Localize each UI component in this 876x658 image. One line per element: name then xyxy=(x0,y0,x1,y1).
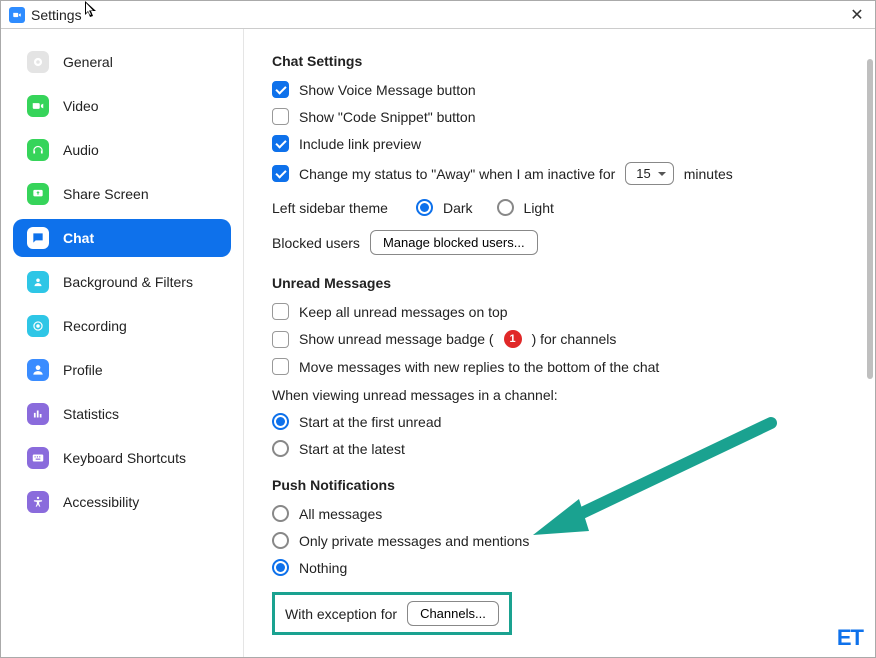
sidebar-item-label: Accessibility xyxy=(63,494,139,510)
exception-label: With exception for xyxy=(285,606,397,622)
watermark: ET xyxy=(837,625,863,651)
keyboard-icon xyxy=(27,447,49,469)
keep-on-top-checkbox[interactable] xyxy=(272,303,289,320)
unread-heading: Unread Messages xyxy=(272,275,847,291)
start-latest-radio[interactable] xyxy=(272,440,289,457)
push-private-radio[interactable] xyxy=(272,532,289,549)
background-icon xyxy=(27,271,49,293)
sidebar-item-label: Statistics xyxy=(63,406,119,422)
voice-message-checkbox[interactable] xyxy=(272,81,289,98)
sidebar-item-recording[interactable]: Recording xyxy=(13,307,231,345)
code-snippet-checkbox[interactable] xyxy=(272,108,289,125)
push-all-radio[interactable] xyxy=(272,505,289,522)
accessibility-icon xyxy=(27,491,49,513)
sidebar-item-label: Recording xyxy=(63,318,127,334)
settings-window: Settings ✕ General Video Audio Share Scr… xyxy=(0,0,876,658)
push-nothing-radio[interactable] xyxy=(272,559,289,576)
sidebar-item-statistics[interactable]: Statistics xyxy=(13,395,231,433)
sidebar-item-video[interactable]: Video xyxy=(13,87,231,125)
away-status-suffix: minutes xyxy=(684,166,733,182)
headphones-icon xyxy=(27,139,49,161)
code-snippet-label: Show "Code Snippet" button xyxy=(299,109,476,125)
sidebar-item-label: Profile xyxy=(63,362,103,378)
chat-settings-heading: Chat Settings xyxy=(272,53,847,69)
move-replies-checkbox[interactable] xyxy=(272,358,289,375)
start-latest-label: Start at the latest xyxy=(299,441,405,457)
push-all-label: All messages xyxy=(299,506,382,522)
theme-light-radio[interactable] xyxy=(497,199,514,216)
video-icon xyxy=(27,95,49,117)
settings-sidebar: General Video Audio Share Screen Chat Ba… xyxy=(1,29,243,657)
sidebar-item-background-filters[interactable]: Background & Filters xyxy=(13,263,231,301)
show-badge-prefix: Show unread message badge ( xyxy=(299,331,494,347)
show-badge-checkbox[interactable] xyxy=(272,331,289,348)
start-first-unread-label: Start at the first unread xyxy=(299,414,441,430)
mouse-cursor xyxy=(85,1,101,21)
sidebar-item-label: General xyxy=(63,54,113,70)
titlebar: Settings ✕ xyxy=(1,1,875,29)
sidebar-item-profile[interactable]: Profile xyxy=(13,351,231,389)
exception-highlight: With exception for Channels... xyxy=(272,592,512,635)
theme-light-label: Light xyxy=(524,200,554,216)
away-minutes-select[interactable]: 15 xyxy=(625,162,673,185)
exception-channels-button[interactable]: Channels... xyxy=(407,601,499,626)
scrollbar-thumb[interactable] xyxy=(867,59,873,379)
sidebar-item-chat[interactable]: Chat xyxy=(13,219,231,257)
sidebar-theme-label: Left sidebar theme xyxy=(272,200,388,216)
voice-message-label: Show Voice Message button xyxy=(299,82,476,98)
gear-icon xyxy=(27,51,49,73)
theme-dark-radio[interactable] xyxy=(416,199,433,216)
sidebar-item-label: Chat xyxy=(63,230,94,246)
sidebar-item-label: Keyboard Shortcuts xyxy=(63,450,186,466)
push-private-label: Only private messages and mentions xyxy=(299,533,529,549)
unread-badge: 1 xyxy=(504,330,522,348)
push-nothing-label: Nothing xyxy=(299,560,347,576)
manage-blocked-users-button[interactable]: Manage blocked users... xyxy=(370,230,538,255)
sidebar-item-share-screen[interactable]: Share Screen xyxy=(13,175,231,213)
sidebar-item-label: Share Screen xyxy=(63,186,149,202)
sidebar-item-label: Background & Filters xyxy=(63,274,193,290)
stats-icon xyxy=(27,403,49,425)
link-preview-label: Include link preview xyxy=(299,136,421,152)
link-preview-checkbox[interactable] xyxy=(272,135,289,152)
move-replies-label: Move messages with new replies to the bo… xyxy=(299,359,659,375)
settings-content: Chat Settings Show Voice Message button … xyxy=(243,29,875,657)
sidebar-item-label: Video xyxy=(63,98,99,114)
close-button[interactable]: ✕ xyxy=(847,5,867,25)
sidebar-item-accessibility[interactable]: Accessibility xyxy=(13,483,231,521)
window-title: Settings xyxy=(31,7,82,23)
start-first-unread-radio[interactable] xyxy=(272,413,289,430)
viewing-unread-label: When viewing unread messages in a channe… xyxy=(272,387,558,403)
theme-dark-label: Dark xyxy=(443,200,473,216)
chat-icon xyxy=(27,227,49,249)
away-minutes-value: 15 xyxy=(636,166,650,181)
sidebar-item-general[interactable]: General xyxy=(13,43,231,81)
record-icon xyxy=(27,315,49,337)
away-status-checkbox[interactable] xyxy=(272,165,289,182)
profile-icon xyxy=(27,359,49,381)
sidebar-item-audio[interactable]: Audio xyxy=(13,131,231,169)
away-status-prefix: Change my status to "Away" when I am ina… xyxy=(299,166,615,182)
show-badge-suffix: ) for channels xyxy=(532,331,617,347)
blocked-users-label: Blocked users xyxy=(272,235,360,251)
sidebar-item-label: Audio xyxy=(63,142,99,158)
sidebar-item-keyboard-shortcuts[interactable]: Keyboard Shortcuts xyxy=(13,439,231,477)
keep-on-top-label: Keep all unread messages on top xyxy=(299,304,508,320)
share-screen-icon xyxy=(27,183,49,205)
zoom-app-icon xyxy=(9,7,25,23)
push-heading: Push Notifications xyxy=(272,477,847,493)
